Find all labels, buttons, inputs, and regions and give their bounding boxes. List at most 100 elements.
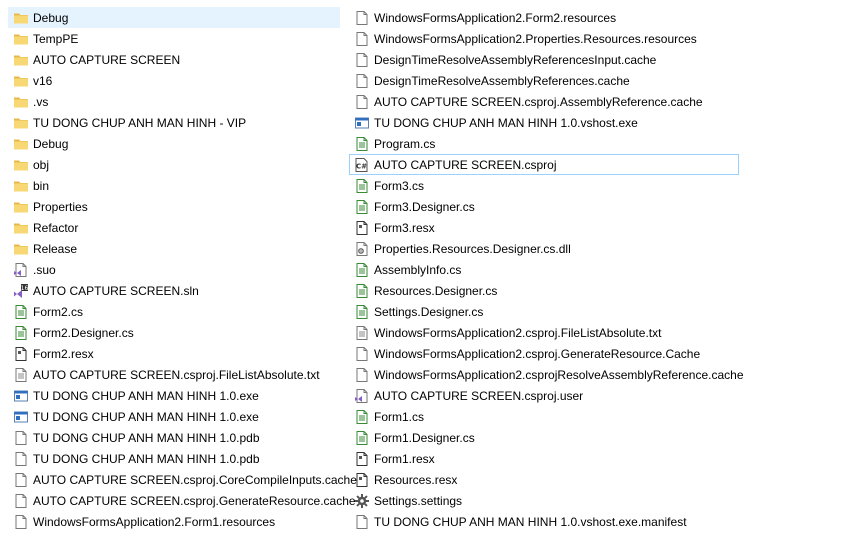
file-name-label: Settings.Designer.cs bbox=[374, 304, 484, 319]
file-item[interactable]: TU DONG CHUP ANH MAN HINH 1.0.exe bbox=[8, 385, 340, 406]
exe-file-icon bbox=[13, 409, 29, 425]
file-item[interactable]: TU DONG CHUP ANH MAN HINH 1.0.pdb bbox=[8, 427, 340, 448]
file-item[interactable]: WindowsFormsApplication2.csproj.Generate… bbox=[349, 343, 739, 364]
file-item[interactable]: Refactor bbox=[8, 217, 340, 238]
text-file-icon bbox=[354, 325, 370, 341]
folder-icon bbox=[13, 136, 29, 152]
blank-file-icon bbox=[13, 514, 29, 530]
folder-icon bbox=[13, 157, 29, 173]
file-item[interactable]: TU DONG CHUP ANH MAN HINH 1.0.pdb bbox=[8, 448, 340, 469]
file-name-label: bin bbox=[33, 178, 50, 193]
file-item[interactable]: Form2.cs bbox=[8, 301, 340, 322]
file-name-label: .vs bbox=[33, 94, 49, 109]
file-item[interactable]: TempPE bbox=[8, 28, 340, 49]
file-name-label: WindowsFormsApplication2.Properties.Reso… bbox=[374, 31, 697, 46]
folder-icon bbox=[13, 115, 29, 131]
file-item[interactable]: Form3.Designer.cs bbox=[349, 196, 739, 217]
file-name-label: Form3.cs bbox=[374, 178, 425, 193]
file-name-label: AUTO CAPTURE SCREEN.sln bbox=[33, 283, 199, 298]
file-item[interactable]: DesignTimeResolveAssemblyReferences.cach… bbox=[349, 70, 739, 91]
file-name-label: Form1.cs bbox=[374, 409, 425, 424]
file-item[interactable]: Form1.resx bbox=[349, 448, 739, 469]
dll-file-icon bbox=[354, 241, 370, 257]
folder-icon bbox=[13, 52, 29, 68]
file-item[interactable]: Debug bbox=[8, 7, 340, 28]
file-item[interactable]: Resources.Designer.cs bbox=[349, 280, 739, 301]
file-item[interactable]: AUTO CAPTURE SCREEN.csproj.AssemblyRefer… bbox=[349, 91, 739, 112]
file-item[interactable]: AUTO CAPTURE SCREEN.csproj.CoreCompileIn… bbox=[8, 469, 357, 490]
file-item[interactable]: WindowsFormsApplication2.csprojResolveAs… bbox=[349, 364, 744, 385]
file-name-label: Form2.Designer.cs bbox=[33, 325, 134, 340]
file-item[interactable]: AUTO CAPTURE SCREEN.csproj.GenerateResou… bbox=[8, 490, 356, 511]
folder-icon bbox=[13, 73, 29, 89]
csproj-file-icon: C# bbox=[354, 157, 370, 173]
file-name-label: TU DONG CHUP ANH MAN HINH 1.0.pdb bbox=[33, 430, 260, 445]
file-item[interactable]: DesignTimeResolveAssemblyReferencesInput… bbox=[349, 49, 739, 70]
file-item[interactable]: AssemblyInfo.cs bbox=[349, 259, 739, 280]
resx-file-icon bbox=[13, 346, 29, 362]
file-item[interactable]: 16 AUTO CAPTURE SCREEN.sln bbox=[8, 280, 340, 301]
file-item[interactable]: Form2.resx bbox=[8, 343, 340, 364]
file-name-label: TU DONG CHUP ANH MAN HINH 1.0.pdb bbox=[33, 451, 260, 466]
file-item[interactable]: Release bbox=[8, 238, 340, 259]
file-item[interactable]: WindowsFormsApplication2.csproj.FileList… bbox=[349, 322, 739, 343]
file-name-label: AssemblyInfo.cs bbox=[374, 262, 462, 277]
file-name-label: DesignTimeResolveAssemblyReferences.cach… bbox=[374, 73, 630, 88]
blank-file-icon bbox=[354, 367, 370, 383]
file-name-label: Release bbox=[33, 241, 78, 256]
file-name-label: Refactor bbox=[33, 220, 79, 235]
file-item[interactable]: AUTO CAPTURE SCREEN.csproj.FileListAbsol… bbox=[8, 364, 340, 385]
file-item[interactable]: v16 bbox=[8, 70, 340, 91]
csharp-file-icon bbox=[354, 178, 370, 194]
file-name-label: Properties.Resources.Designer.cs.dll bbox=[374, 241, 571, 256]
file-item[interactable]: Settings.Designer.cs bbox=[349, 301, 739, 322]
file-name-label: obj bbox=[33, 157, 50, 172]
file-name-label: Form1.Designer.cs bbox=[374, 430, 475, 445]
csharp-file-icon bbox=[354, 262, 370, 278]
csharp-file-icon bbox=[13, 304, 29, 320]
file-item[interactable]: Form1.cs bbox=[349, 406, 739, 427]
file-item[interactable]: Debug bbox=[8, 133, 340, 154]
file-item[interactable]: TU DONG CHUP ANH MAN HINH 1.0.vshost.exe… bbox=[349, 511, 739, 532]
file-item[interactable]: TU DONG CHUP ANH MAN HINH - VIP bbox=[8, 112, 340, 133]
file-item[interactable]: AUTO CAPTURE SCREEN.csproj.user bbox=[349, 385, 739, 406]
file-item[interactable]: Properties.Resources.Designer.cs.dll bbox=[349, 238, 739, 259]
file-item[interactable]: Properties bbox=[8, 196, 340, 217]
blank-file-icon bbox=[13, 472, 29, 488]
file-item[interactable]: TU DONG CHUP ANH MAN HINH 1.0.vshost.exe bbox=[349, 112, 739, 133]
folder-icon bbox=[13, 178, 29, 194]
file-item[interactable]: Form3.cs bbox=[349, 175, 739, 196]
file-name-label: TU DONG CHUP ANH MAN HINH 1.0.exe bbox=[33, 409, 259, 424]
file-item[interactable]: WindowsFormsApplication2.Form2.resources bbox=[349, 7, 739, 28]
file-item[interactable]: Form2.Designer.cs bbox=[8, 322, 340, 343]
file-item[interactable]: TU DONG CHUP ANH MAN HINH 1.0.exe bbox=[8, 406, 340, 427]
file-item[interactable]: Program.cs bbox=[349, 133, 739, 154]
suo-file-icon bbox=[13, 262, 29, 278]
file-item[interactable]: Settings.settings bbox=[349, 490, 739, 511]
resx-file-icon bbox=[354, 451, 370, 467]
file-name-label: Program.cs bbox=[374, 136, 436, 151]
folder-icon bbox=[13, 94, 29, 110]
file-name-label: Form2.cs bbox=[33, 304, 84, 319]
file-item[interactable]: WindowsFormsApplication2.Form1.resources bbox=[8, 511, 340, 532]
file-name-label: TU DONG CHUP ANH MAN HINH 1.0.vshost.exe… bbox=[374, 514, 687, 529]
csharp-file-icon bbox=[354, 304, 370, 320]
file-name-label: Form3.Designer.cs bbox=[374, 199, 475, 214]
file-item[interactable]: .suo bbox=[8, 259, 340, 280]
file-item[interactable]: Resources.resx bbox=[349, 469, 739, 490]
file-item[interactable]: C# AUTO CAPTURE SCREEN.csproj bbox=[349, 154, 739, 175]
file-item[interactable]: Form1.Designer.cs bbox=[349, 427, 739, 448]
file-name-label: WindowsFormsApplication2.csprojResolveAs… bbox=[374, 367, 744, 382]
file-item[interactable]: WindowsFormsApplication2.Properties.Reso… bbox=[349, 28, 739, 49]
file-name-label: Form3.resx bbox=[374, 220, 435, 235]
file-item[interactable]: bin bbox=[8, 175, 340, 196]
folder-icon bbox=[13, 241, 29, 257]
file-name-label: Settings.settings bbox=[374, 493, 463, 508]
file-item[interactable]: AUTO CAPTURE SCREEN bbox=[8, 49, 340, 70]
file-item[interactable]: .vs bbox=[8, 91, 340, 112]
file-item[interactable]: Form3.resx bbox=[349, 217, 739, 238]
file-name-label: Resources.Designer.cs bbox=[374, 283, 498, 298]
visual-studio-user-icon bbox=[354, 388, 370, 404]
folder-icon bbox=[13, 31, 29, 47]
file-item[interactable]: obj bbox=[8, 154, 340, 175]
